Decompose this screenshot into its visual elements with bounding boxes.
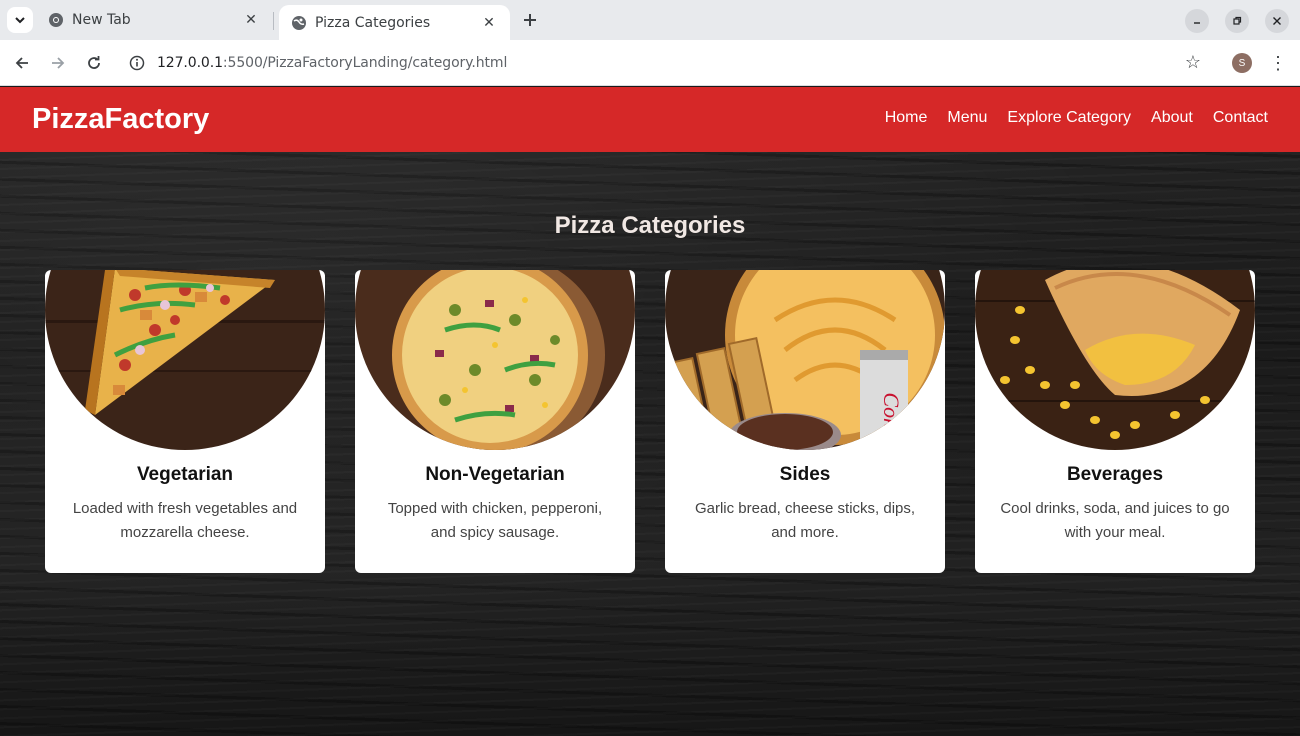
- site-info-icon[interactable]: [128, 54, 146, 72]
- site-brand-logo[interactable]: PizzaFactory: [32, 103, 209, 136]
- restore-button[interactable]: [1225, 9, 1249, 33]
- category-title: Vegetarian: [136, 464, 234, 485]
- url-host: 127.0.0.1: [157, 55, 223, 71]
- bookmark-star-icon[interactable]: ☆: [1185, 52, 1201, 73]
- tab-title: New Tab: [72, 12, 131, 28]
- nav-link-menu[interactable]: Menu: [947, 109, 987, 127]
- new-tab-button[interactable]: [518, 8, 542, 32]
- close-icon[interactable]: ✕: [480, 14, 498, 32]
- page-body: PizzaFactory Home Menu Explore Category …: [0, 87, 1300, 736]
- minimize-icon: [1194, 22, 1200, 24]
- category-card-beverages[interactable]: Beverages Cool drinks, soda, and juices …: [975, 270, 1255, 573]
- category-card-sides[interactable]: Coke Sides Garlic bread, cheese sticks, …: [665, 270, 945, 573]
- chrome-icon: [48, 12, 64, 28]
- category-image-calzone-corn: [975, 270, 1255, 451]
- nav-link-home[interactable]: Home: [885, 109, 928, 127]
- url-text: 127.0.0.1:5500/PizzaFactoryLanding/categ…: [157, 55, 507, 71]
- category-image-sides-platter: Coke: [665, 270, 945, 451]
- reload-button[interactable]: [81, 50, 107, 76]
- category-description: Cool drinks, soda, and juices to go with…: [1000, 500, 1230, 541]
- close-icon[interactable]: ✕: [242, 11, 260, 29]
- browser-tabstrip: New Tab ✕ Pizza Categories ✕: [0, 0, 1300, 40]
- category-card-vegetarian[interactable]: Vegetarian Loaded with fresh vegetables …: [45, 270, 325, 573]
- arrow-left-icon: [15, 57, 28, 69]
- chevron-down-icon: [15, 17, 25, 24]
- tab-divider: [273, 12, 274, 30]
- profile-avatar[interactable]: S: [1232, 53, 1252, 73]
- site-navbar: PizzaFactory Home Menu Explore Category …: [0, 87, 1300, 152]
- category-description: Garlic bread, cheese sticks, dips, and m…: [694, 500, 916, 541]
- category-title: Sides: [779, 464, 831, 485]
- close-window-button[interactable]: [1265, 9, 1289, 33]
- address-bar[interactable]: 127.0.0.1:5500/PizzaFactoryLanding/categ…: [120, 45, 1215, 81]
- restore-icon: [1233, 16, 1242, 25]
- minimize-button[interactable]: [1185, 9, 1209, 33]
- back-button[interactable]: [9, 50, 35, 76]
- category-description: Topped with chicken, pepperoni, and spic…: [387, 500, 603, 541]
- close-icon: [1273, 17, 1281, 25]
- arrow-right-icon: [52, 57, 65, 69]
- category-title: Non-Vegetarian: [425, 464, 565, 485]
- svg-text:Coke: Coke: [879, 392, 904, 437]
- globe-icon: [291, 15, 307, 31]
- forward-button[interactable]: [45, 50, 71, 76]
- category-card-non-vegetarian[interactable]: Non-Vegetarian Topped with chicken, pepp…: [355, 270, 635, 573]
- category-title: Beverages: [1066, 464, 1164, 485]
- more-menu-icon[interactable]: ⋮: [1268, 50, 1288, 76]
- nav-link-explore-category[interactable]: Explore Category: [1007, 109, 1131, 127]
- plus-icon: [524, 14, 536, 26]
- tab-pizza-categories[interactable]: Pizza Categories ✕: [279, 5, 510, 40]
- browser-toolbar: 127.0.0.1:5500/PizzaFactoryLanding/categ…: [0, 40, 1300, 86]
- tab-search-button[interactable]: [7, 7, 33, 33]
- nav-link-contact[interactable]: Contact: [1213, 109, 1268, 127]
- section-title: Pizza Categories: [554, 212, 746, 239]
- nav-link-about[interactable]: About: [1151, 109, 1193, 127]
- category-description: Loaded with fresh vegetables and mozzare…: [72, 500, 298, 541]
- site-nav: Home Menu Explore Category About Contact: [885, 109, 1268, 127]
- reload-icon: [88, 56, 100, 69]
- url-path: :5500/PizzaFactoryLanding/category.html: [222, 55, 508, 71]
- category-image-whole-pizza: [355, 270, 635, 451]
- category-image-veg-pizza-slice: [45, 270, 325, 451]
- tab-new-tab[interactable]: New Tab ✕: [36, 0, 272, 40]
- tab-title: Pizza Categories: [315, 14, 431, 31]
